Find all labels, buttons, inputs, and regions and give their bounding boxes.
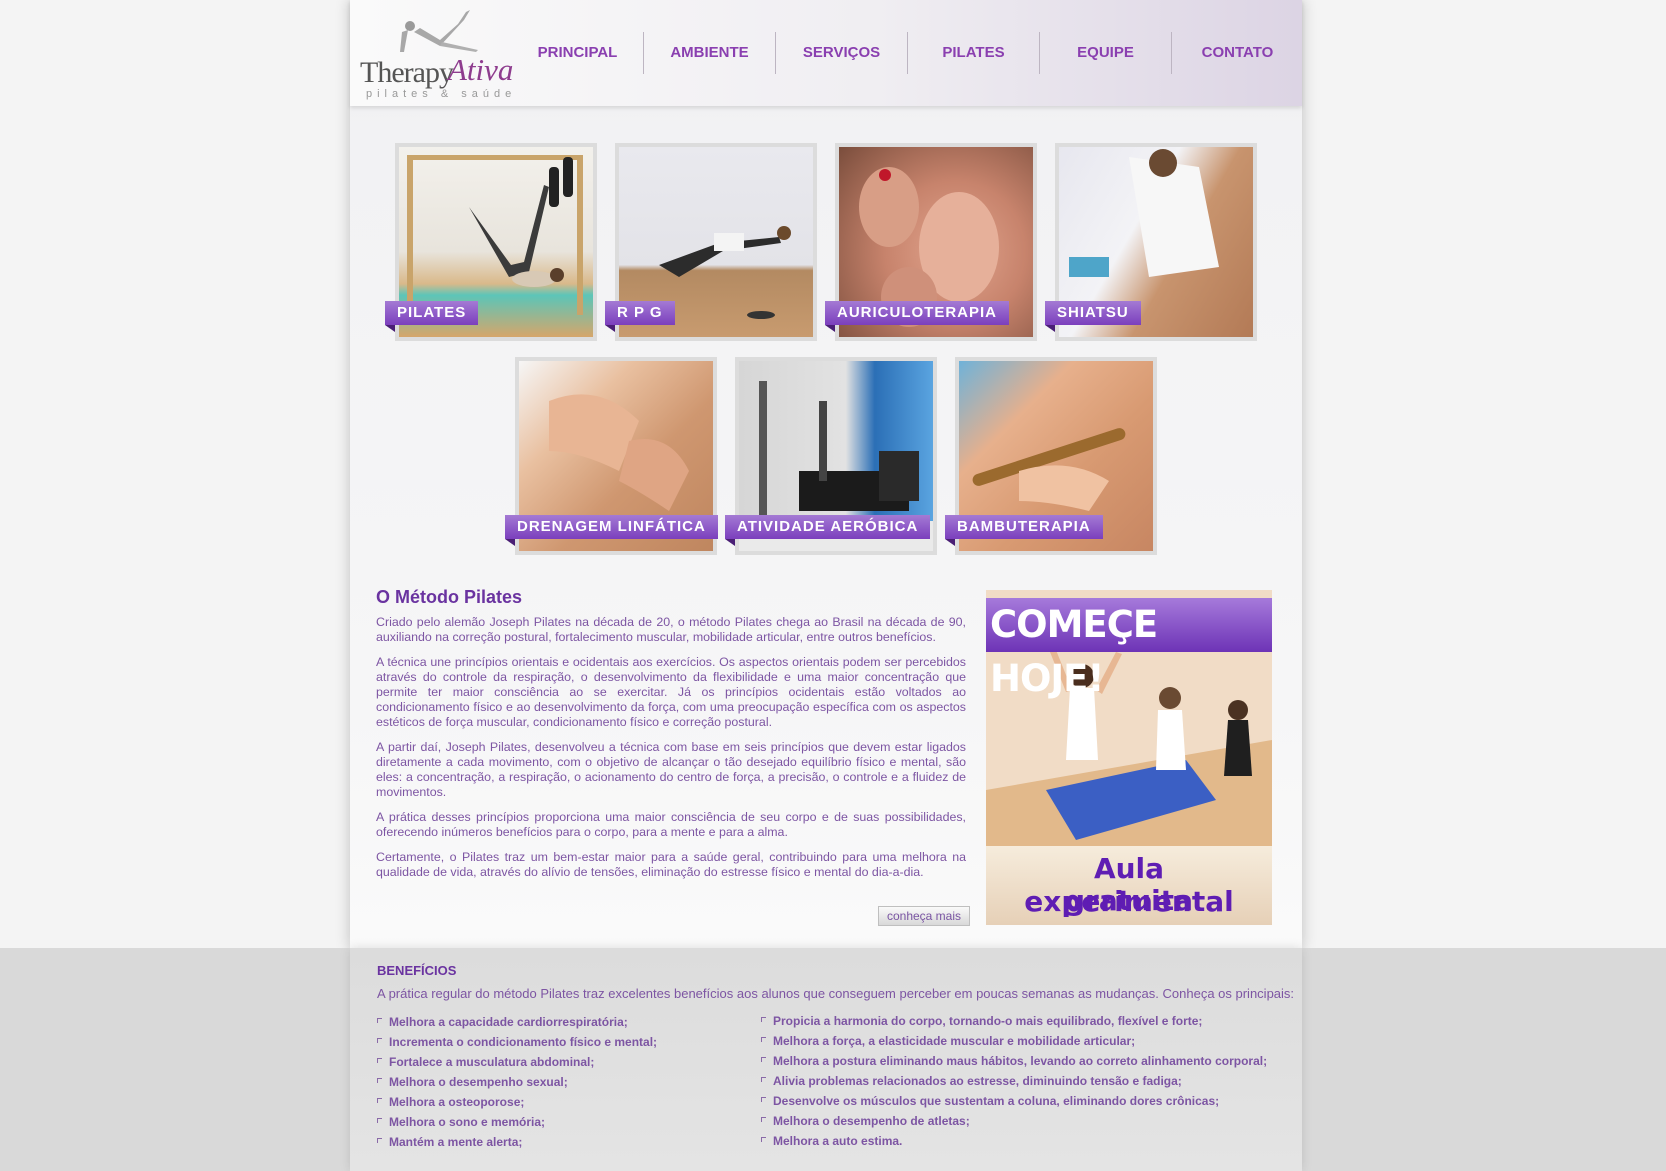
benefit-item: Mantém a mente alerta; xyxy=(377,1132,657,1152)
article-paragraph: A prática desses princípios proporciona … xyxy=(376,810,966,839)
service-tile-auriculoterapia[interactable]: AURICULOTERAPIA xyxy=(825,143,1037,341)
service-label: ATIVIDADE AERÓBICA xyxy=(725,515,931,546)
service-label: PILATES xyxy=(385,301,479,332)
pilates-article: O Método Pilates Criado pelo alemão Jose… xyxy=(376,587,966,890)
read-more-button[interactable]: conheça mais xyxy=(878,906,970,926)
nav-equipe[interactable]: EQUIPE xyxy=(1040,32,1172,74)
nav-servicos[interactable]: SERVIÇOS xyxy=(776,32,908,74)
service-tile-drenagem-linfatica[interactable]: DRENAGEM LINFÁTICA xyxy=(505,357,718,555)
page-container: Therapy Ativa pilates & saúde PRINCIPAL … xyxy=(350,0,1302,948)
service-tile-rpg[interactable]: R P G xyxy=(605,143,817,341)
benefits-intro: A prática regular do método Pilates traz… xyxy=(377,986,1295,1001)
benefit-item: Desenvolve os músculos que sustentam a c… xyxy=(761,1091,1267,1111)
logo[interactable]: Therapy Ativa pilates & saúde xyxy=(360,6,520,102)
promo-banner[interactable]: COMEÇE HOJE! Aula experimental gratuita xyxy=(986,590,1272,925)
service-tile-pilates[interactable]: PILATES xyxy=(385,143,597,341)
benefit-item: Melhora a osteoporose; xyxy=(377,1092,657,1112)
benefit-item: Incrementa o condicionamento físico e me… xyxy=(377,1032,657,1052)
benefit-item: Melhora a auto estima. xyxy=(761,1131,1267,1151)
service-label: SHIATSU xyxy=(1045,301,1141,332)
benefits-container: BENEFÍCIOS A prática regular do método P… xyxy=(350,948,1302,1171)
nav-contato[interactable]: CONTATO xyxy=(1172,32,1303,74)
logo-text-therapy: Therapy xyxy=(360,56,454,89)
service-label: AURICULOTERAPIA xyxy=(825,301,1009,332)
service-label: BAMBUTERAPIA xyxy=(945,515,1103,546)
service-label: R P G xyxy=(605,301,675,332)
main-nav: PRINCIPAL AMBIENTE SERVIÇOS PILATES EQUI… xyxy=(512,32,1302,74)
promo-caption-line2: gratuita xyxy=(1065,884,1193,917)
article-paragraph: Certamente, o Pilates traz um bem-estar … xyxy=(376,850,966,879)
logo-tagline: pilates & saúde xyxy=(366,88,517,100)
benefit-item: Melhora a força, a elasticidade muscular… xyxy=(761,1031,1267,1051)
service-tile-bambuterapia[interactable]: BAMBUTERAPIA xyxy=(945,357,1157,555)
nav-ambiente[interactable]: AMBIENTE xyxy=(644,32,776,74)
article-title: O Método Pilates xyxy=(376,587,523,607)
logo-text-ativa: Ativa xyxy=(448,52,514,87)
service-label: DRENAGEM LINFÁTICA xyxy=(505,515,718,546)
benefits-section: BENEFÍCIOS A prática regular do método P… xyxy=(0,948,1666,1171)
benefit-item: Melhora o desempenho sexual; xyxy=(377,1072,657,1092)
benefit-item: Melhora a postura eliminando maus hábito… xyxy=(761,1051,1267,1071)
benefit-item: Melhora o desempenho de atletas; xyxy=(761,1111,1267,1131)
benefits-list-right: Propicia a harmonia do corpo, tornando-o… xyxy=(761,1011,1267,1151)
benefits-list-left: Melhora a capacidade cardiorrespiratória… xyxy=(377,1012,657,1152)
benefit-item: Propicia a harmonia do corpo, tornando-o… xyxy=(761,1011,1267,1031)
nav-principal[interactable]: PRINCIPAL xyxy=(512,32,644,74)
nav-pilates[interactable]: PILATES xyxy=(908,32,1040,74)
service-tile-shiatsu[interactable]: SHIATSU xyxy=(1045,143,1257,341)
benefits-title: BENEFÍCIOS xyxy=(377,963,457,978)
site-header: Therapy Ativa pilates & saúde PRINCIPAL … xyxy=(350,0,1302,106)
benefit-item: Melhora o sono e memória; xyxy=(377,1112,657,1132)
benefit-item: Alivia problemas relacionados ao estress… xyxy=(761,1071,1267,1091)
article-paragraph: A técnica une princípios orientais e oci… xyxy=(376,655,966,729)
benefit-item: Melhora a capacidade cardiorrespiratória… xyxy=(377,1012,657,1032)
promo-headline: COMEÇE HOJE! xyxy=(986,598,1272,700)
article-paragraph: A partir daí, Joseph Pilates, desenvolve… xyxy=(376,740,966,799)
service-tile-atividade-aerobica[interactable]: ATIVIDADE AERÓBICA xyxy=(725,357,937,555)
article-paragraph: Criado pelo alemão Joseph Pilates na déc… xyxy=(376,615,966,644)
benefit-item: Fortalece a musculatura abdominal; xyxy=(377,1052,657,1072)
